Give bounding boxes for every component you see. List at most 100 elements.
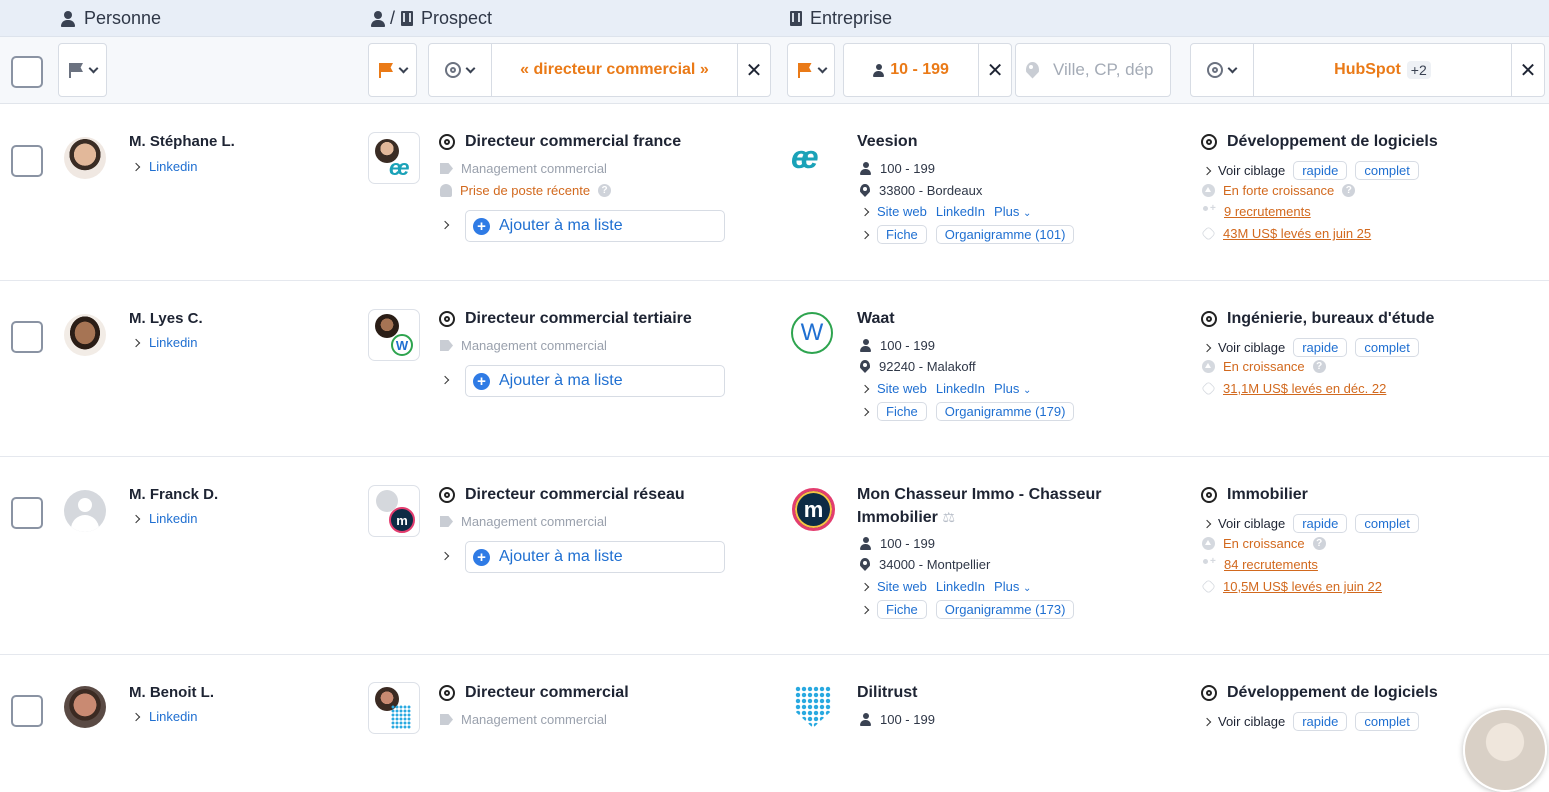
company-flag-filter[interactable] xyxy=(787,43,835,97)
prospect-title[interactable]: Directeur commercial france xyxy=(439,133,681,151)
company-location: 33800 - Bordeaux xyxy=(860,183,982,198)
prospect-company-tile[interactable]: ee xyxy=(368,132,420,184)
avatar[interactable] xyxy=(64,314,106,356)
row-checkbox[interactable] xyxy=(11,695,43,727)
avatar[interactable] xyxy=(64,686,106,728)
company-logo[interactable]: ee xyxy=(791,135,835,179)
company-logo[interactable] xyxy=(795,686,839,730)
column-personne[interactable]: Personne xyxy=(60,8,161,29)
sector[interactable]: Immobilier xyxy=(1201,486,1308,504)
linkedin-link[interactable]: Linkedin xyxy=(131,709,197,724)
person-name[interactable]: M. Lyes C. xyxy=(129,310,203,327)
fiche-button[interactable]: Fiche xyxy=(877,225,927,244)
complet-button[interactable]: complet xyxy=(1355,514,1419,533)
chevron-right-icon xyxy=(1202,166,1212,175)
prospect-flag-filter[interactable] xyxy=(368,43,417,97)
help-icon[interactable]: ? xyxy=(598,184,612,197)
help-icon[interactable]: ? xyxy=(1312,537,1326,550)
hiring-link[interactable]: 84 recrutements xyxy=(1202,556,1318,572)
company-logo[interactable]: m xyxy=(792,488,836,532)
expand-chevron-icon[interactable] xyxy=(440,220,450,230)
fiche-button[interactable]: Fiche xyxy=(877,600,927,619)
linkedin-link[interactable]: Linkedin xyxy=(131,511,197,526)
organigramme-button[interactable]: Organigramme (179) xyxy=(935,402,1075,421)
row-checkbox[interactable] xyxy=(11,145,43,177)
close-icon: ✕ xyxy=(986,59,1004,82)
support-chat-avatar[interactable] xyxy=(1463,708,1547,792)
person-flag-filter[interactable] xyxy=(58,43,107,97)
person-name[interactable]: M. Stéphane L. xyxy=(129,133,235,150)
website-link[interactable]: Site web xyxy=(877,204,927,219)
location-filter[interactable]: Ville, CP, dép xyxy=(1015,43,1171,97)
add-to-list-button[interactable]: + Ajouter à ma liste xyxy=(465,365,725,397)
rapide-button[interactable]: rapide xyxy=(1293,338,1348,357)
company-linkedin-link[interactable]: LinkedIn xyxy=(936,579,985,594)
sector[interactable]: Ingénierie, bureaux d'étude xyxy=(1201,310,1434,328)
company-size-value[interactable]: 10 - 199 xyxy=(844,61,978,79)
tech-value[interactable]: HubSpot +2 xyxy=(1254,61,1511,79)
website-link[interactable]: Site web xyxy=(877,381,927,396)
clear-size-button[interactable]: ✕ xyxy=(978,44,1011,96)
more-links-dropdown[interactable]: Plus ⌄ xyxy=(994,579,1031,594)
complet-button[interactable]: complet xyxy=(1355,712,1419,731)
complet-button[interactable]: complet xyxy=(1355,161,1419,180)
tech-mode-select[interactable] xyxy=(1191,44,1254,96)
prospect-company-tile[interactable] xyxy=(368,682,420,734)
avatar[interactable] xyxy=(64,137,106,179)
company-name[interactable]: Dilitrust xyxy=(857,682,917,704)
clear-keyword-button[interactable]: ✕ xyxy=(737,44,770,96)
website-link[interactable]: Site web xyxy=(877,579,927,594)
hiring-link[interactable]: 9 recrutements xyxy=(1202,203,1311,219)
more-links-dropdown[interactable]: Plus ⌄ xyxy=(994,204,1031,219)
prospect-title[interactable]: Directeur commercial réseau xyxy=(439,486,685,504)
sector[interactable]: Développement de logiciels xyxy=(1201,684,1438,702)
clear-tech-button[interactable]: ✕ xyxy=(1511,44,1544,96)
company-name[interactable]: Mon Chasseur Immo - Chasseur Immobilier … xyxy=(857,484,1137,529)
growth-icon xyxy=(1202,360,1215,373)
company-size: 100 - 199 xyxy=(860,536,935,551)
prospect-title[interactable]: Directeur commercial xyxy=(439,684,629,702)
more-links-dropdown[interactable]: Plus ⌄ xyxy=(994,381,1031,396)
expand-chevron-icon[interactable] xyxy=(440,551,450,561)
fiche-button[interactable]: Fiche xyxy=(877,402,927,421)
sector[interactable]: Développement de logiciels xyxy=(1201,133,1438,151)
row-checkbox[interactable] xyxy=(11,497,43,529)
chevron-right-icon xyxy=(1202,717,1212,726)
prospect-company-tile[interactable]: m xyxy=(368,485,420,537)
column-prospect[interactable]: / Prospect xyxy=(370,8,492,29)
company-linkedin-link[interactable]: LinkedIn xyxy=(936,204,985,219)
organigramme-button[interactable]: Organigramme (173) xyxy=(935,600,1075,619)
prospect-title[interactable]: Directeur commercial tertiaire xyxy=(439,310,692,328)
prospect-company-tile[interactable]: W xyxy=(368,309,420,361)
avatar[interactable] xyxy=(64,490,106,532)
person-name[interactable]: M. Benoit L. xyxy=(129,684,214,701)
funding-link[interactable]: 10,5M US$ levés en juin 22 xyxy=(1201,579,1382,594)
help-icon[interactable]: ? xyxy=(1342,184,1356,197)
expand-chevron-icon[interactable] xyxy=(440,375,450,385)
add-to-list-button[interactable]: + Ajouter à ma liste xyxy=(465,210,725,242)
rapide-button[interactable]: rapide xyxy=(1293,161,1348,180)
location-input[interactable]: Ville, CP, dép xyxy=(1053,60,1163,80)
funding-link[interactable]: 31,1M US$ levés en déc. 22 xyxy=(1201,381,1386,396)
company-name[interactable]: Veesion xyxy=(857,131,917,153)
rapide-button[interactable]: rapide xyxy=(1293,712,1348,731)
company-linkedin-link[interactable]: LinkedIn xyxy=(936,381,985,396)
column-entreprise[interactable]: Entreprise xyxy=(790,8,892,29)
person-icon xyxy=(860,713,871,726)
organigramme-button[interactable]: Organigramme (101) xyxy=(935,225,1075,244)
keyword-value[interactable]: « directeur commercial » xyxy=(492,61,737,79)
linkedin-link[interactable]: Linkedin xyxy=(131,335,197,350)
funding-link[interactable]: 43M US$ levés en juin 25 xyxy=(1201,226,1371,241)
rapide-button[interactable]: rapide xyxy=(1293,514,1348,533)
add-to-list-button[interactable]: + Ajouter à ma liste xyxy=(465,541,725,573)
chevron-down-icon xyxy=(398,63,409,73)
person-name[interactable]: M. Franck D. xyxy=(129,486,218,503)
company-name[interactable]: Waat xyxy=(857,308,895,330)
company-logo[interactable]: W xyxy=(791,312,835,356)
row-checkbox[interactable] xyxy=(11,321,43,353)
linkedin-link[interactable]: Linkedin xyxy=(131,159,197,174)
complet-button[interactable]: complet xyxy=(1355,338,1419,357)
help-icon[interactable]: ? xyxy=(1312,360,1326,373)
keyword-mode-select[interactable] xyxy=(429,44,492,96)
select-all-checkbox[interactable] xyxy=(11,56,43,88)
